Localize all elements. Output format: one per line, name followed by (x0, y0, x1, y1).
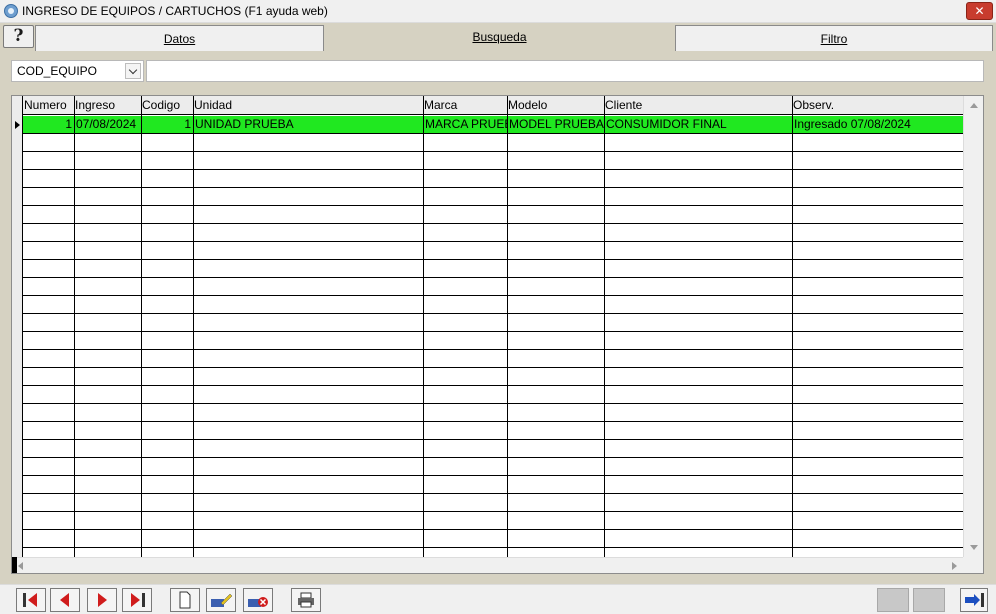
table-row[interactable] (23, 242, 963, 260)
equipment-grid: Numero Ingreso Codigo Unidad Marca Modelo Clie… (11, 95, 984, 574)
navigation-toolbar (0, 584, 996, 614)
table-row[interactable] (23, 170, 963, 188)
header-col-modelo[interactable]: Modelo (507, 96, 604, 115)
table-row[interactable] (23, 476, 963, 494)
header-col-unidad[interactable]: Unidad (193, 96, 423, 115)
vertical-scrollbar[interactable] (963, 96, 983, 557)
previous-record-icon (60, 593, 69, 607)
table-row[interactable] (23, 134, 963, 152)
print-button[interactable] (291, 588, 321, 612)
column-divider (423, 96, 424, 557)
search-input[interactable] (146, 60, 984, 82)
tab-busqueda-label: Busqueda (472, 30, 527, 44)
last-record-button[interactable] (122, 588, 152, 612)
column-divider (604, 96, 605, 557)
current-row-pointer-icon (15, 121, 20, 129)
help-button[interactable]: ? (3, 25, 34, 48)
horizontal-scrollbar[interactable] (12, 557, 963, 573)
table-row[interactable] (23, 440, 963, 458)
cell-col-unidad[interactable]: UNIDAD PRUEBA (193, 116, 423, 133)
scroll-marker (12, 557, 17, 573)
delete-record-button[interactable] (243, 588, 273, 612)
table-row[interactable] (23, 404, 963, 422)
table-row[interactable] (23, 530, 963, 548)
close-icon: ✕ (974, 4, 985, 18)
table-row[interactable] (23, 206, 963, 224)
header-col-codigo[interactable]: Codigo (141, 96, 193, 115)
row-selector-column (12, 96, 23, 557)
header-col-observ[interactable]: Observ. (792, 96, 963, 115)
first-record-button[interactable] (16, 588, 46, 612)
table-row[interactable] (23, 260, 963, 278)
edit-record-button[interactable] (206, 588, 236, 612)
cell-col-cliente[interactable]: CONSUMIDOR FINAL (604, 116, 792, 133)
cell-col-codigo[interactable]: 1 (141, 116, 193, 133)
grid-header: Numero Ingreso Codigo Unidad Marca Modelo Clie… (12, 96, 963, 115)
new-record-button[interactable] (170, 588, 200, 612)
window-title: INGRESO DE EQUIPOS / CARTUCHOS (F1 ayuda… (22, 4, 328, 18)
close-button[interactable]: ✕ (966, 2, 993, 20)
tab-datos[interactable]: Datos (35, 25, 324, 51)
table-row[interactable] (23, 296, 963, 314)
column-divider (507, 96, 508, 557)
title-bar: INGRESO DE EQUIPOS / CARTUCHOS (F1 ayuda… (0, 0, 996, 23)
column-divider (74, 96, 75, 557)
scroll-up-icon[interactable] (964, 96, 983, 113)
cell-col-observ[interactable]: Ingresado 07/08/2024 (792, 116, 963, 133)
help-icon: ? (13, 26, 24, 46)
search-field-select[interactable]: COD_EQUIPO (11, 60, 144, 82)
table-row[interactable] (23, 386, 963, 404)
new-record-icon (179, 591, 191, 609)
table-row[interactable] (23, 224, 963, 242)
first-record-icon (23, 593, 37, 607)
tab-bar: ? Datos Busqueda Filtro (0, 23, 996, 51)
header-col-marca[interactable]: Marca (423, 96, 507, 115)
column-divider (141, 96, 142, 557)
cell-col-modelo[interactable]: MODEL PRUEBA (507, 116, 604, 133)
search-field-value: COD_EQUIPO (17, 64, 98, 78)
chevron-down-icon[interactable] (125, 63, 141, 79)
app-logo-icon (4, 4, 18, 18)
edit-record-icon (211, 593, 233, 607)
search-row: COD_EQUIPO (11, 60, 984, 82)
cell-col-numero[interactable]: 1 (23, 116, 74, 133)
status-panel-2 (913, 588, 945, 612)
tab-filtro-label: Filtro (820, 32, 848, 46)
table-row[interactable] (23, 422, 963, 440)
next-record-icon (98, 593, 107, 607)
header-col-numero[interactable]: Numero (23, 96, 74, 115)
table-row[interactable] (23, 350, 963, 368)
scroll-corner (963, 557, 983, 573)
column-divider (193, 96, 194, 557)
table-row[interactable] (23, 152, 963, 170)
table-row[interactable] (23, 188, 963, 206)
delete-record-icon (248, 597, 268, 607)
table-row[interactable] (23, 458, 963, 476)
previous-record-button[interactable] (50, 588, 80, 612)
table-row[interactable] (23, 512, 963, 530)
column-divider (792, 96, 793, 557)
cell-col-marca[interactable]: MARCA PRUEBA (423, 116, 507, 133)
table-row[interactable] (23, 368, 963, 386)
print-icon (298, 592, 314, 608)
header-col-cliente[interactable]: Cliente (604, 96, 792, 115)
table-row[interactable]: 107/08/20241UNIDAD PRUEBAMARCA PRUEBAMOD… (23, 116, 963, 134)
status-panel-1 (877, 588, 909, 612)
table-row[interactable] (23, 494, 963, 512)
scroll-down-icon[interactable] (964, 540, 983, 557)
tab-busqueda[interactable]: Busqueda (324, 23, 675, 49)
tab-filtro[interactable]: Filtro (675, 25, 993, 51)
scroll-right-icon[interactable] (946, 558, 963, 573)
table-row[interactable] (23, 278, 963, 296)
tab-datos-label: Datos (163, 32, 196, 46)
last-record-icon (131, 593, 145, 607)
table-row[interactable] (23, 332, 963, 350)
cell-col-ingreso[interactable]: 07/08/2024 (74, 116, 141, 133)
table-row[interactable] (23, 314, 963, 332)
header-col-ingreso[interactable]: Ingreso (74, 96, 141, 115)
exit-button[interactable] (960, 588, 988, 612)
next-record-button[interactable] (87, 588, 117, 612)
exit-icon (965, 593, 984, 607)
